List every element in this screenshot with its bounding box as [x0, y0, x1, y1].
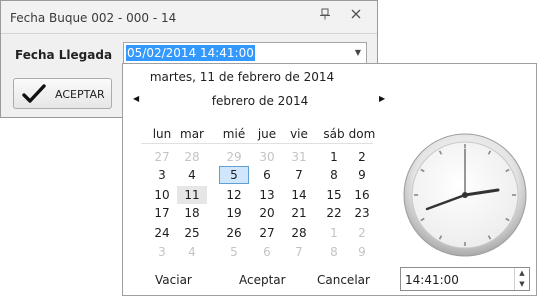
close-icon[interactable] — [348, 8, 364, 24]
calendar-day[interactable]: 5 — [219, 166, 249, 184]
cancel-button[interactable]: Cancelar — [317, 273, 370, 287]
next-month-icon[interactable]: ▶ — [379, 94, 385, 103]
calendar-day[interactable]: 2 — [347, 224, 377, 242]
calendar-day[interactable]: 8 — [319, 166, 349, 184]
calendar-day[interactable]: 9 — [347, 243, 377, 261]
calendar-day[interactable]: 1 — [319, 148, 349, 166]
calendar-day[interactable]: 16 — [347, 186, 377, 204]
clear-button[interactable]: Vaciar — [155, 273, 192, 287]
calendar-day[interactable]: 3 — [147, 166, 177, 184]
calendar-day[interactable]: 21 — [284, 204, 314, 222]
calendar-day[interactable]: 17 — [147, 204, 177, 222]
arrival-date-value[interactable]: 05/02/2014 14:41:00 — [126, 45, 255, 61]
calendar-day[interactable]: 19 — [219, 204, 249, 222]
spin-up-icon[interactable]: ▲ — [515, 268, 529, 279]
weekday-separator — [141, 143, 373, 144]
calendar-day[interactable]: 27 — [147, 148, 177, 166]
weekday-header: mar — [180, 127, 204, 141]
dropdown-arrow-icon[interactable]: ▼ — [350, 43, 366, 63]
checkmark-icon — [22, 84, 46, 103]
date-picker-popup: martes, 11 de febrero de 2014 ◀ febrero … — [122, 63, 537, 296]
calendar-day[interactable]: 4 — [177, 166, 207, 184]
calendar-day[interactable]: 28 — [177, 148, 207, 166]
calendar-day[interactable]: 20 — [252, 204, 282, 222]
calendar-day[interactable]: 29 — [219, 148, 249, 166]
calendar-day[interactable]: 1 — [319, 224, 349, 242]
weekday-header: vie — [290, 127, 308, 141]
calendar-day[interactable]: 11 — [177, 186, 207, 204]
calendar-day[interactable]: 10 — [147, 186, 177, 204]
calendar-day[interactable]: 9 — [347, 166, 377, 184]
calendar-day[interactable]: 14 — [284, 186, 314, 204]
title-bar: Fecha Buque 002 - 000 - 14 — [1, 1, 377, 34]
time-value[interactable]: 14:41:00 — [405, 273, 459, 287]
today-link[interactable]: martes, 11 de febrero de 2014 — [123, 70, 361, 84]
weekday-header: sáb — [323, 127, 345, 141]
calendar-day[interactable]: 22 — [319, 204, 349, 222]
calendar-day[interactable]: 24 — [147, 224, 177, 242]
weekday-header: mié — [222, 127, 246, 141]
weekday-header: jue — [257, 127, 277, 141]
calendar-day[interactable]: 25 — [177, 224, 207, 242]
weekday-header: lun — [152, 127, 172, 141]
calendar-day[interactable]: 13 — [252, 186, 282, 204]
time-input[interactable]: 14:41:00 ▲ ▼ — [400, 267, 530, 291]
arrival-date-label: Fecha Llegada — [15, 48, 113, 62]
accept-button[interactable]: ACEPTAR — [13, 78, 112, 109]
calendar-day[interactable]: 6 — [252, 243, 282, 261]
calendar-day[interactable]: 12 — [219, 186, 249, 204]
calendar-day[interactable]: 30 — [252, 148, 282, 166]
month-title[interactable]: febrero de 2014 — [123, 94, 397, 108]
calendar-day[interactable]: 7 — [284, 166, 314, 184]
calendar-day[interactable]: 7 — [284, 243, 314, 261]
calendar-day[interactable]: 2 — [347, 148, 377, 166]
calendar-day[interactable]: 26 — [219, 224, 249, 242]
calendar-day[interactable]: 4 — [177, 243, 207, 261]
window-title: Fecha Buque 002 - 000 - 14 — [10, 11, 177, 25]
pin-icon[interactable] — [317, 8, 333, 24]
calendar-day[interactable]: 23 — [347, 204, 377, 222]
calendar-day[interactable]: 5 — [219, 243, 249, 261]
weekday-header: dom — [348, 127, 376, 141]
calendar-day[interactable]: 3 — [147, 243, 177, 261]
analog-clock-icon — [403, 133, 527, 257]
ok-button[interactable]: Aceptar — [239, 273, 286, 287]
calendar-day[interactable]: 6 — [252, 166, 282, 184]
calendar-day[interactable]: 8 — [319, 243, 349, 261]
accept-button-label: ACEPTAR — [55, 88, 105, 101]
spin-down-icon[interactable]: ▼ — [515, 279, 529, 290]
calendar-day[interactable]: 15 — [319, 186, 349, 204]
calendar-day[interactable]: 28 — [284, 224, 314, 242]
calendar-day[interactable]: 27 — [252, 224, 282, 242]
arrival-date-input[interactable]: 05/02/2014 14:41:00 ▼ — [123, 42, 367, 64]
time-spinner[interactable]: ▲ ▼ — [514, 268, 529, 290]
calendar-day[interactable]: 31 — [284, 148, 314, 166]
calendar-day[interactable]: 18 — [177, 204, 207, 222]
